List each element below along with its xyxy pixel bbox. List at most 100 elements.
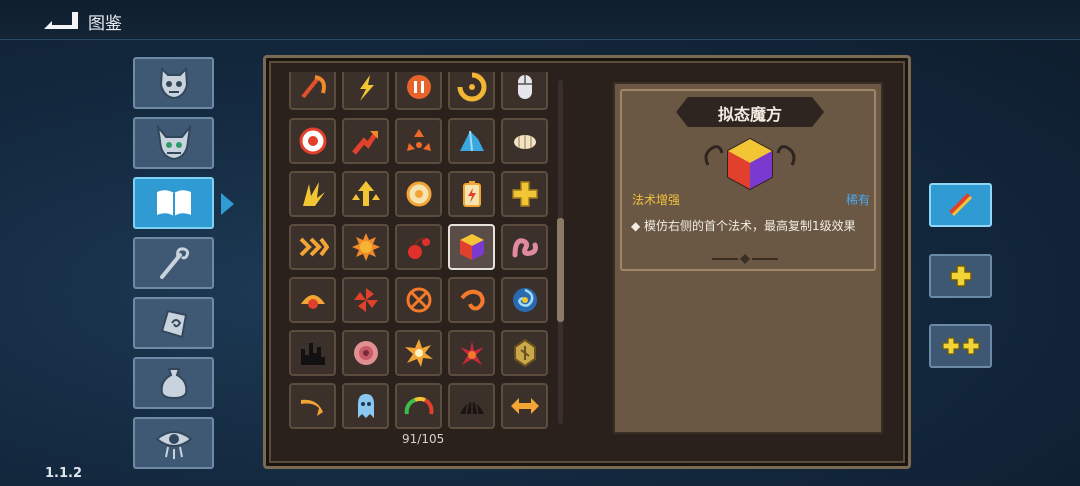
shell-icon	[300, 295, 325, 309]
grid-item-double-arrow[interactable]	[501, 383, 548, 429]
grid-item-ghost[interactable]	[342, 383, 389, 429]
add-button[interactable]	[929, 254, 992, 298]
grid-item-pinwheel[interactable]	[342, 277, 389, 323]
ornament-divider-icon	[712, 254, 778, 264]
grid-item-crystal[interactable]	[448, 118, 495, 164]
triple-arrow-icon	[406, 129, 431, 151]
grid-scroll-thumb[interactable]	[557, 218, 564, 322]
category-curses[interactable]	[133, 417, 214, 469]
grid-item-triple-arrow[interactable]	[395, 118, 442, 164]
grid-item-swirl[interactable]	[448, 72, 495, 110]
lightning-icon	[359, 75, 374, 101]
back-arrow-icon[interactable]	[42, 9, 80, 31]
grid-item-battery[interactable]	[448, 171, 495, 217]
category-monsters[interactable]	[133, 57, 214, 109]
ghost-icon	[357, 394, 374, 418]
grid-item-pause[interactable]	[395, 72, 442, 110]
boomerang-icon	[300, 399, 323, 416]
staff-icon	[159, 247, 189, 279]
grid-item-target[interactable]	[289, 118, 336, 164]
page-title: 图鉴	[88, 14, 122, 34]
detail-title: 拟态魔方	[717, 105, 782, 124]
category-bosses[interactable]	[133, 117, 214, 169]
grid-item-grub[interactable]	[501, 118, 548, 164]
prism-cube-icon	[459, 234, 484, 260]
shadow-castle-icon	[300, 343, 325, 365]
collection-counter: 91/105	[402, 432, 445, 446]
open-book-icon	[156, 190, 191, 216]
category-relics[interactable]	[133, 297, 214, 349]
version-label: 1.1.2	[45, 466, 83, 481]
chevrons-icon	[299, 237, 329, 257]
grid-item-spiky-flower[interactable]	[448, 330, 495, 376]
double-plus-icon	[941, 337, 980, 355]
grid-item-explosion[interactable]	[395, 330, 442, 376]
grid-item-claw[interactable]	[289, 171, 336, 217]
shell-dark-icon	[459, 398, 484, 415]
category-potions[interactable]	[133, 357, 214, 409]
vortex-icon	[512, 288, 537, 312]
grid-item-chevrons[interactable]	[289, 224, 336, 270]
battery-icon	[462, 181, 481, 207]
grid-item-shadow-castle[interactable]	[289, 330, 336, 376]
grid-item-shuriken[interactable]	[395, 277, 442, 323]
hook-icon	[459, 289, 485, 311]
target-icon	[299, 127, 326, 155]
grid-item-hook[interactable]	[448, 277, 495, 323]
grid-item-worm[interactable]	[501, 224, 548, 270]
worm-icon	[512, 238, 538, 258]
add-double-button[interactable]	[929, 324, 992, 368]
swirl-icon	[457, 72, 486, 102]
active-category-arrow	[221, 193, 234, 215]
spiky-flower-icon	[459, 341, 484, 365]
explosion-icon	[404, 339, 433, 367]
grid-item-mouse[interactable]	[501, 72, 548, 110]
grid-item-gear[interactable]	[395, 171, 442, 217]
eye-icon	[154, 431, 193, 459]
grid-item-shell[interactable]	[289, 277, 336, 323]
category-spell-book[interactable]	[133, 177, 214, 229]
mouse-icon	[517, 75, 532, 99]
prism-cube-icon	[704, 137, 796, 191]
grid-item-rose[interactable]	[342, 330, 389, 376]
arrows-up-icon	[351, 181, 380, 206]
gear-icon	[406, 181, 431, 207]
pinwheel-icon	[353, 288, 378, 312]
horned-demon-icon	[156, 125, 191, 161]
red-arrow-icon	[351, 131, 378, 155]
demon-face-icon	[159, 66, 188, 100]
pouch-icon	[160, 368, 187, 400]
plus-icon	[949, 265, 972, 287]
grid-item-sun[interactable]	[342, 224, 389, 270]
grub-icon	[513, 135, 536, 149]
category-staffs[interactable]	[133, 237, 214, 289]
grid-item-lightning[interactable]	[342, 72, 389, 110]
grid-item-cross[interactable]	[501, 171, 548, 217]
grid-item-scythe[interactable]	[289, 72, 336, 110]
grid-item-gauge[interactable]	[395, 383, 442, 429]
detail-type: 法术增强	[632, 193, 681, 207]
grid-item-boomerang[interactable]	[289, 383, 336, 429]
grid-item-vortex[interactable]	[501, 277, 548, 323]
swap-button[interactable]	[929, 183, 992, 227]
cherry-icon	[407, 237, 430, 259]
spell-grid[interactable]	[281, 72, 553, 429]
pause-icon	[406, 75, 431, 99]
rose-icon	[353, 341, 378, 365]
grid-item-prism-cube[interactable]	[448, 224, 495, 270]
crystal-icon	[459, 130, 484, 152]
grid-item-arrows-up[interactable]	[342, 171, 389, 217]
grid-item-red-arrow[interactable]	[342, 118, 389, 164]
top-bar	[0, 0, 1080, 40]
grid-item-shell-dark[interactable]	[448, 383, 495, 429]
swap-icon	[948, 193, 972, 217]
grid-item-rune-stone[interactable]	[501, 330, 548, 376]
sun-icon	[351, 233, 380, 261]
scythe-icon	[300, 75, 326, 99]
grid-item-cherry[interactable]	[395, 224, 442, 270]
claw-icon	[302, 182, 325, 206]
shuriken-icon	[406, 287, 431, 313]
scroll-hand-icon	[160, 309, 187, 339]
double-arrow-icon	[510, 398, 539, 414]
detail-description: ◆ 模仿右侧的首个法术，最高复制1级效果	[631, 219, 856, 233]
